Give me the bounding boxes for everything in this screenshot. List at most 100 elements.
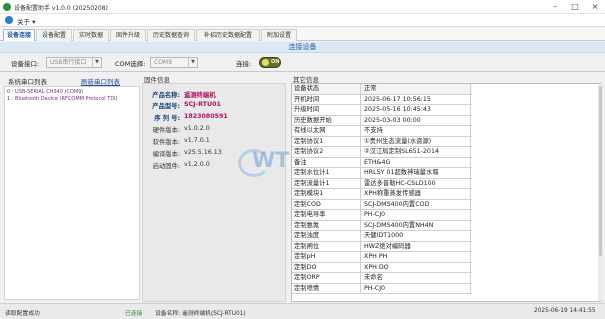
close-button[interactable]: × <box>585 0 605 14</box>
table-cell-key: 定制闸位 <box>292 241 361 251</box>
table-row: 定制模块1 XPH称重蒸发传感器 <box>292 189 472 200</box>
table-cell-key: 定制ORP <box>292 273 361 283</box>
tab-extra-settings[interactable]: 附加设置 <box>261 29 297 41</box>
info-key: 序 列 号: <box>154 115 180 122</box>
refresh-ports-link[interactable]: 刷新串口列表 <box>81 76 120 86</box>
status-message: 读取配置成功 <box>5 311 40 317</box>
table-cell-value: ②汉江局定制SL651-2014 <box>362 147 471 157</box>
app-icon <box>3 3 11 11</box>
tab-history-query[interactable]: 历史数据查询 <box>147 29 195 41</box>
tab-bar: 设备连接 设备配置 实时数据 固件升级 历史数据查询 补招历史数据配置 附加设置 <box>0 28 605 41</box>
table-row: 有线以太网 不支持 <box>292 126 472 137</box>
table-row: 定制pH XPH PH <box>292 252 472 263</box>
com-select[interactable]: COM9 ▼ <box>150 57 198 68</box>
table-cell-value: ETH&4G <box>362 157 471 167</box>
other-info-panel: 其它信息 设备状态 正常 开机时间 2025-06-17 10:56:15 升级时间… <box>291 74 601 302</box>
interface-label: 设备接口: <box>11 60 40 68</box>
table-cell-value: 2025-05-16 10:45:43 <box>362 105 471 115</box>
table-cell-value: HWZ绝对编码器 <box>362 241 471 251</box>
minimize-button[interactable]: – <box>545 0 565 14</box>
table-row: 升级时间 2025-05-16 10:45:43 <box>292 105 472 116</box>
menu-about[interactable]: 关于 ▾ <box>17 16 35 26</box>
title-bar: 设备配置助手 v1.0.0 (20250208) – □ × <box>0 0 605 14</box>
status-timestamp: 2025-06-19 14:41:55 <box>534 308 596 314</box>
divider <box>0 71 605 72</box>
tab-device-connect[interactable]: 设备连接 <box>3 29 35 41</box>
table-cell-key: 定制喷情 <box>292 283 361 293</box>
table-cell-value: 未命名 <box>362 273 471 283</box>
connect-toggle[interactable]: ON <box>259 57 281 68</box>
status-device: 设备名称: 遥测终端机(SCJ-RTU01) <box>155 311 246 317</box>
table-cell-key: 定制COD <box>292 199 361 209</box>
status-connection: 已连接 <box>125 311 143 317</box>
chevron-down-icon: ▾ <box>32 18 36 26</box>
tab-firmware-upgrade[interactable]: 固件升级 <box>110 29 146 41</box>
table-cell-value: 2025-06-17 10:56:15 <box>362 94 471 104</box>
connect-header: 连接设备 <box>0 42 605 53</box>
table-row: 定制流量计1 雷达多普勒HC-CSLD100 <box>292 178 472 189</box>
table-cell-value: 不支持 <box>362 126 471 136</box>
tab-history-recall-config[interactable]: 补招历史数据配置 <box>196 29 260 41</box>
table-row: 定制喷情 PH-CJ0 <box>292 283 472 294</box>
info-key: 编译版本: <box>152 151 180 158</box>
info-row: 产品型号: SCJ-RTU01 <box>145 101 285 110</box>
table-cell-key: 定制pH <box>292 252 361 262</box>
chevron-down-icon: ▼ <box>188 58 197 67</box>
table-cell-value: XPH PH <box>362 252 471 262</box>
table-cell-key: 历史数据开始 <box>292 115 361 125</box>
table-cell-value: PH-CJ0 <box>362 283 471 293</box>
scrollbar-thumb[interactable] <box>599 86 602 256</box>
info-value: 1823080591 <box>184 113 228 120</box>
firmware-box: 产品名称: 遥测终端机 产品型号: SCJ-RTU01 序 列 号: 18230805… <box>142 83 286 302</box>
list-item[interactable]: 0 : USB-SERIAL CH340 (COM9) <box>7 89 83 95</box>
info-value: v1.2.0.0 <box>184 161 210 168</box>
info-key: 启动固件: <box>152 163 180 170</box>
table-row: 历史数据开始 2025-03-03 00:00 <box>292 115 472 126</box>
interface-value: USB串行接口 <box>50 59 87 66</box>
table-cell-value: 2025-03-03 00:00 <box>362 115 471 125</box>
connection-row: 设备接口: USB串行接口 ▼ COM选择: COM9 ▼ 连接: <box>0 54 605 71</box>
gear-icon <box>5 16 13 24</box>
info-row: 产品名称: 遥测终端机 <box>145 90 285 99</box>
table-row: 备注 ETH&4G <box>292 157 472 168</box>
info-value: v1.7.0.1 <box>184 137 210 144</box>
port-list[interactable]: 0 : USB-SERIAL CH340 (COM9) 1 : Bluetoot… <box>4 86 140 300</box>
info-value: SCJ-RTU01 <box>184 101 221 108</box>
menu-about-label: 关于 <box>17 18 30 26</box>
table-cell-key: 定制模块1 <box>292 189 361 199</box>
table-cell-value: ①贵州生态流量(水资源) <box>362 136 471 146</box>
table-cell-key: 定制流量计1 <box>292 178 361 188</box>
table-cell-value: 雷达多普勒HC-CSLD100 <box>362 178 471 188</box>
maximize-button[interactable]: □ <box>565 0 585 14</box>
interface-select[interactable]: USB串行接口 ▼ <box>46 57 102 68</box>
table-row: 定制水位计1 HRLSY 01超数神瑞量水堰 <box>292 168 472 179</box>
chevron-down-icon: ▼ <box>92 58 101 67</box>
table-cell-key: 定制DO <box>292 262 361 272</box>
info-value: v1.0.2.0 <box>184 125 210 132</box>
table-cell-key: 开机时间 <box>292 94 361 104</box>
toggle-knob <box>262 59 269 66</box>
window-title: 设备配置助手 v1.0.0 (20250208) <box>14 5 108 12</box>
table-cell-key: 定制协议1 <box>292 136 361 146</box>
firmware-panel: 固件信息 产品名称: 遥测终端机 产品型号: SCJ-RTU01 序 列 号: 182… <box>142 74 288 302</box>
table-cell-value: SCJ-DMS400内置NH4N <box>362 220 471 230</box>
toggle-state: ON <box>271 59 280 65</box>
info-key: 产品名称: <box>152 92 180 99</box>
table-cell-key: 定制浊度 <box>292 231 361 241</box>
table-row: 设备状态 正常 <box>292 84 472 95</box>
table-cell-key: 定制协议2 <box>292 147 361 157</box>
menu-bar: 关于 ▾ <box>0 14 605 27</box>
info-value: 遥测终端机 <box>184 92 216 99</box>
table-row: 定制浊度 天健IDT1000 <box>292 231 472 242</box>
table-cell-value: PH-CJ0 <box>362 210 471 220</box>
other-info-table[interactable]: 设备状态 正常 开机时间 2025-06-17 10:56:15 升级时间 2025-… <box>291 83 601 302</box>
status-bar: 读取配置成功 已连接 设备名称: 遥测终端机(SCJ-RTU01) 2025-0… <box>0 303 605 319</box>
table-cell-value: 天健IDT1000 <box>362 231 471 241</box>
tab-realtime-data[interactable]: 实时数据 <box>73 29 109 41</box>
list-item[interactable]: 1 : Bluetooth Device (RFCOMM Protocol TD… <box>7 96 118 102</box>
table-cell-value: SCJ-DMS400内置COD <box>362 199 471 209</box>
com-label: COM选择: <box>115 60 146 68</box>
table-scrollbar[interactable] <box>598 84 603 301</box>
port-panel: 系统串口列表 刷新串口列表 0 : USB-SERIAL CH340 (COM9… <box>4 74 140 302</box>
tab-device-config[interactable]: 设备配置 <box>36 29 72 41</box>
